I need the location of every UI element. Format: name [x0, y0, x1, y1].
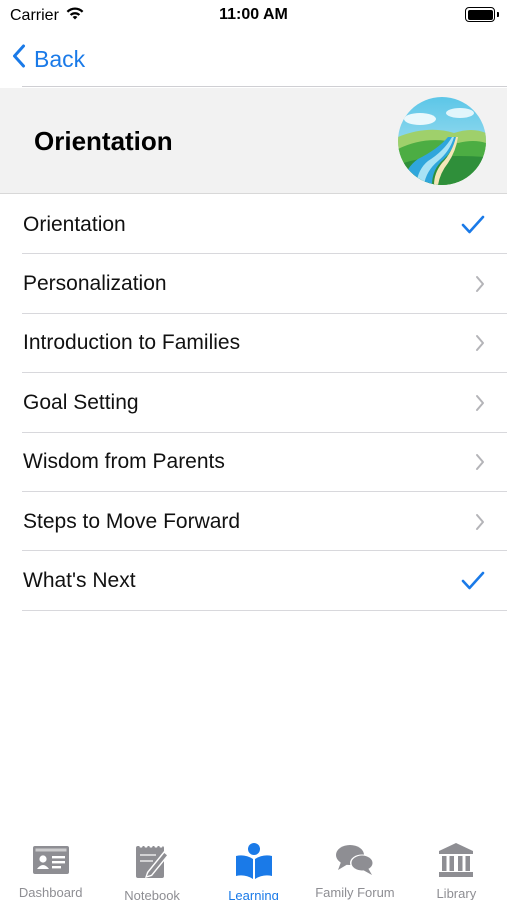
- reader-book-icon: [234, 842, 274, 880]
- list-item-steps-to-move-forward[interactable]: Steps to Move Forward: [0, 492, 507, 552]
- list-item-introduction-to-families[interactable]: Introduction to Families: [0, 314, 507, 374]
- chat-bubbles-icon: [335, 842, 375, 877]
- list-item-label: Wisdom from Parents: [23, 450, 225, 474]
- battery-icon: [465, 7, 499, 22]
- list-item-label: Orientation: [23, 212, 126, 236]
- tab-learning[interactable]: Learning: [203, 830, 304, 900]
- status-time: 11:00 AM: [219, 6, 288, 23]
- tab-library[interactable]: Library: [406, 830, 507, 900]
- status-bar: Carrier 11:00 AM: [0, 0, 507, 32]
- list-item-label: Steps to Move Forward: [23, 509, 241, 533]
- chevron-left-icon: [12, 44, 26, 74]
- list-item-label: Introduction to Families: [23, 331, 241, 355]
- tab-notebook[interactable]: Notebook: [101, 830, 202, 900]
- tab-label: Library: [436, 886, 477, 900]
- chevron-right-icon: [475, 513, 485, 531]
- list-item-goal-setting[interactable]: Goal Setting: [0, 373, 507, 433]
- page-title: Orientation: [34, 126, 173, 156]
- lesson-list: Orientation Personalization Introduction…: [0, 195, 507, 612]
- navigation-bar: Back: [0, 32, 507, 88]
- chevron-right-icon: [475, 453, 485, 471]
- list-item-orientation[interactable]: Orientation: [0, 195, 507, 255]
- list-item-label: Personalization: [23, 272, 167, 296]
- tab-label: Dashboard: [18, 885, 83, 900]
- tab-label: Notebook: [124, 888, 180, 900]
- section-header: Orientation: [0, 88, 507, 194]
- nav-divider: [22, 86, 507, 87]
- list-item-personalization[interactable]: Personalization: [0, 254, 507, 315]
- chevron-right-icon: [475, 394, 485, 412]
- checkmark-icon: [461, 571, 485, 591]
- back-button[interactable]: Back: [12, 42, 85, 76]
- list-item-label: Goal Setting: [23, 390, 139, 414]
- tab-family-forum[interactable]: Family Forum: [304, 830, 405, 900]
- list-item-whats-next[interactable]: What's Next: [0, 551, 507, 612]
- back-label: Back: [34, 45, 86, 72]
- library-building-icon: [436, 842, 476, 878]
- tab-label: Family Forum: [315, 885, 395, 900]
- header-landscape-image: [398, 97, 486, 185]
- tab-dashboard[interactable]: Dashboard: [0, 830, 101, 900]
- chevron-right-icon: [475, 334, 485, 352]
- checkmark-icon: [461, 215, 485, 235]
- chevron-right-icon: [475, 275, 485, 293]
- notebook-pencil-icon: [132, 842, 172, 880]
- tab-bar: Dashboard Notebook Learning Family Forum…: [0, 830, 507, 900]
- list-item-wisdom-from-parents[interactable]: Wisdom from Parents: [0, 433, 507, 493]
- id-card-icon: [31, 842, 71, 877]
- tab-label: Learning: [228, 888, 279, 900]
- list-item-label: What's Next: [23, 569, 136, 593]
